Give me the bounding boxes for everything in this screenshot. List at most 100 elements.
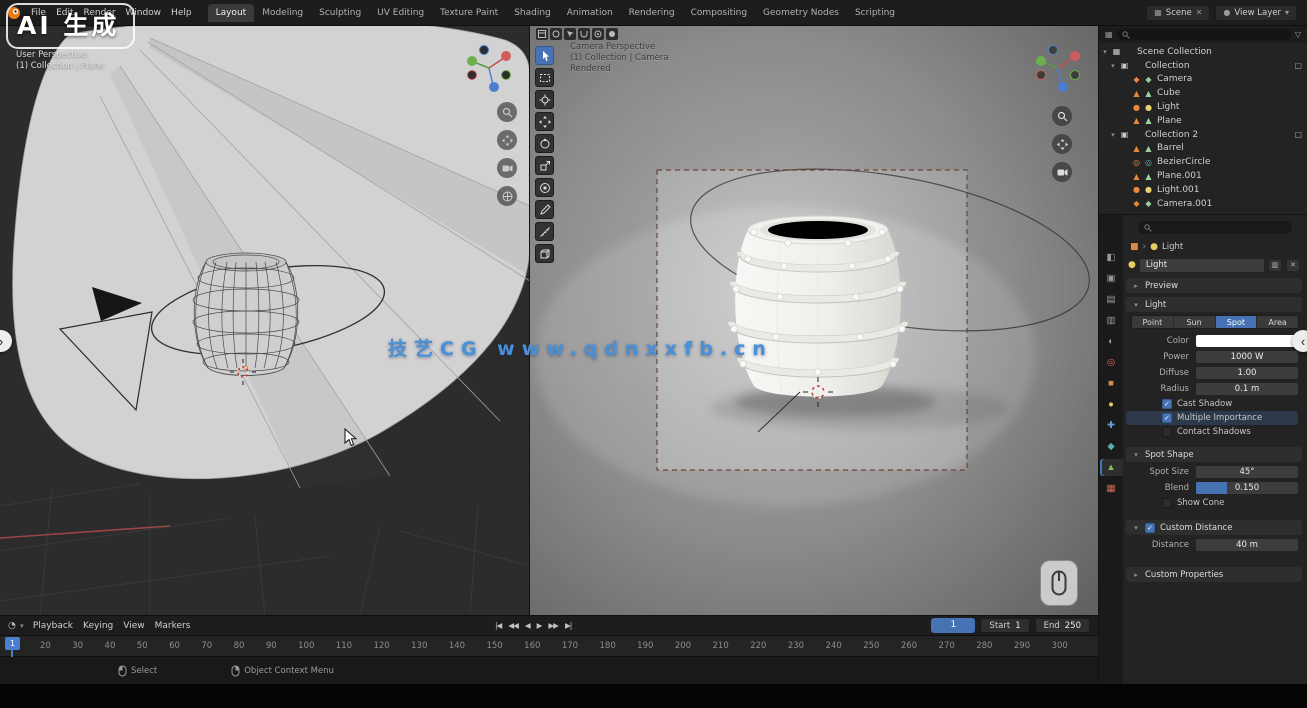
measure-tool-button[interactable] xyxy=(535,222,554,241)
rotate-tool-button[interactable] xyxy=(535,134,554,153)
properties-tab[interactable]: ✚ xyxy=(1100,417,1123,434)
right-viewport-canvas[interactable] xyxy=(530,26,1098,615)
frame-start-field[interactable]: Start 1 xyxy=(980,618,1029,633)
scene-selector[interactable]: ▦ Scene ✕ xyxy=(1146,5,1210,21)
disclosure-caret-icon[interactable]: ▾ xyxy=(1109,62,1117,70)
workspace-tab[interactable]: Rendering xyxy=(621,4,683,22)
shading-mode-icon[interactable] xyxy=(606,28,618,40)
outliner-search-input[interactable] xyxy=(1117,29,1291,40)
transform-tool-button[interactable] xyxy=(535,178,554,197)
contact-shadows-checkbox[interactable] xyxy=(1162,427,1172,437)
panel-header-spot-shape[interactable]: ▾ Spot Shape xyxy=(1126,447,1302,462)
panel-header-light[interactable]: ▾ Light xyxy=(1126,297,1302,312)
disclosure-caret-icon[interactable]: ▾ xyxy=(1109,131,1117,139)
unlink-button[interactable]: ✕ xyxy=(1286,259,1300,272)
viewport-right[interactable]: Camera Perspective (1) Collection | Came… xyxy=(530,26,1098,615)
outliner-row[interactable]: ▾ ▦ Scene Collection xyxy=(1099,45,1307,59)
workspace-tab[interactable]: Animation xyxy=(559,4,621,22)
left-viewport-canvas[interactable] xyxy=(0,26,530,615)
workspace-tab[interactable]: Shading xyxy=(506,4,559,22)
current-frame-field[interactable]: 1 xyxy=(931,618,975,633)
transport-button[interactable]: ▶| xyxy=(562,619,574,632)
navigation-gizmo[interactable] xyxy=(463,42,515,94)
move-view-icon[interactable] xyxy=(1052,134,1072,154)
properties-tab[interactable]: ◐ xyxy=(1100,333,1123,350)
properties-tab[interactable]: ● xyxy=(1100,396,1123,413)
frame-end-field[interactable]: End 250 xyxy=(1035,618,1090,633)
collection-checkbox-icon[interactable]: ▢ xyxy=(1294,130,1302,139)
disclosure-caret-icon[interactable]: ▾ xyxy=(1101,48,1109,56)
light-data-icon[interactable]: ● xyxy=(1150,243,1158,252)
workspace-tab[interactable]: Compositing xyxy=(683,4,755,22)
outliner-row[interactable]: ◆ ◆ Camera.001 xyxy=(1099,197,1307,211)
properties-tab[interactable]: ■ xyxy=(1100,375,1123,392)
outliner-row[interactable]: ▾ ▣ Collection 2 ▢ xyxy=(1099,128,1307,142)
properties-tab[interactable]: ◆ xyxy=(1100,438,1123,455)
properties-tab[interactable]: ◧ xyxy=(1100,249,1123,266)
camera-view-icon[interactable] xyxy=(497,158,517,178)
close-icon[interactable]: ✕ xyxy=(1196,8,1203,17)
panel-header-custom-distance[interactable]: ▾ ✓ Custom Distance xyxy=(1126,520,1302,535)
timeline-ruler[interactable]: 1 20304050607080901001101201301401501601… xyxy=(0,636,1098,656)
show-cone-checkbox[interactable] xyxy=(1162,498,1172,508)
color-swatch[interactable] xyxy=(1196,335,1298,347)
camera-view-icon[interactable] xyxy=(1052,162,1072,182)
outliner-row[interactable]: ● ● Light xyxy=(1099,100,1307,114)
transport-button[interactable]: |◀ xyxy=(492,619,504,632)
transport-button[interactable]: ▶▶ xyxy=(545,619,561,632)
cursor-tool-button[interactable] xyxy=(535,90,554,109)
light-type-button[interactable]: Spot xyxy=(1216,316,1258,328)
workspace-tab[interactable]: UV Editing xyxy=(369,4,432,22)
outliner-row[interactable]: ▾ ▣ Collection ▢ xyxy=(1099,59,1307,73)
move-view-icon[interactable] xyxy=(497,130,517,150)
outliner-row[interactable]: ▲ ▲ Cube xyxy=(1099,86,1307,100)
workspace-tab[interactable]: Scripting xyxy=(847,4,903,22)
transport-button[interactable]: ◀ xyxy=(522,619,533,632)
power-field[interactable]: 1000 W xyxy=(1196,351,1298,363)
outliner-row[interactable]: ◎ ◎ BezierCircle xyxy=(1099,155,1307,169)
workspace-tab[interactable]: Layout xyxy=(208,4,255,22)
multiple-importance-checkbox[interactable]: ✓ xyxy=(1162,413,1172,423)
workspace-tab[interactable]: Geometry Nodes xyxy=(755,4,847,22)
annotate-tool-button[interactable] xyxy=(535,200,554,219)
move-tool-button[interactable] xyxy=(535,112,554,131)
mouse-navigation-widget[interactable] xyxy=(1040,560,1078,606)
workspace-tab[interactable]: Texture Paint xyxy=(432,4,506,22)
playhead[interactable]: 1 xyxy=(5,637,20,650)
select-tool-button[interactable] xyxy=(535,46,554,65)
outliner-display-mode-icon[interactable]: ▦ xyxy=(1105,30,1113,39)
outliner-row[interactable]: ▲ ▲ Plane xyxy=(1099,114,1307,128)
object-icon[interactable]: ■ xyxy=(1130,243,1139,252)
properties-tab[interactable]: ▤ xyxy=(1100,291,1123,308)
add-object-tool-button[interactable] xyxy=(535,244,554,263)
datablock-name-field[interactable]: Light xyxy=(1140,259,1264,272)
custom-distance-checkbox[interactable]: ✓ xyxy=(1145,523,1155,533)
properties-tab[interactable]: ▦ xyxy=(1100,480,1123,497)
proportional-edit-icon[interactable] xyxy=(592,28,604,40)
navigation-gizmo[interactable] xyxy=(1032,42,1084,94)
properties-search-input[interactable] xyxy=(1138,221,1292,234)
spot-size-field[interactable]: 45° xyxy=(1196,466,1298,478)
fake-user-button[interactable]: ▥ xyxy=(1268,259,1282,272)
topbar-menu-item[interactable]: Help xyxy=(166,6,197,20)
diffuse-field[interactable]: 1.00 xyxy=(1196,367,1298,379)
sidebar-expand-arrow[interactable]: ‹ xyxy=(1292,330,1307,352)
scale-tool-button[interactable] xyxy=(535,156,554,175)
timeline-editor-icon[interactable]: ◔ xyxy=(8,621,16,631)
outliner-row[interactable]: ● ● Light.001 xyxy=(1099,183,1307,197)
timeline-menu-item[interactable]: Keying xyxy=(78,619,118,633)
workspace-tab[interactable]: Sculpting xyxy=(311,4,369,22)
view-layer-selector[interactable]: ● View Layer ▾ xyxy=(1215,5,1297,21)
collection-checkbox-icon[interactable]: ▢ xyxy=(1294,61,1302,70)
workspace-tab[interactable]: Modeling xyxy=(254,4,311,22)
cast-shadow-checkbox[interactable]: ✓ xyxy=(1162,399,1172,409)
light-type-button[interactable]: Point xyxy=(1132,316,1174,328)
properties-tab[interactable]: ▲ xyxy=(1100,459,1123,476)
panel-header-preview[interactable]: ▸ Preview xyxy=(1126,278,1302,293)
properties-tab[interactable]: ◎ xyxy=(1100,354,1123,371)
zoom-icon[interactable] xyxy=(1052,106,1072,126)
outliner-row[interactable]: ◆ ◆ Camera xyxy=(1099,73,1307,87)
transport-button[interactable]: ◀◀ xyxy=(505,619,521,632)
filter-icon[interactable]: ▽ xyxy=(1295,30,1301,39)
properties-tab[interactable]: ▥ xyxy=(1100,312,1123,329)
